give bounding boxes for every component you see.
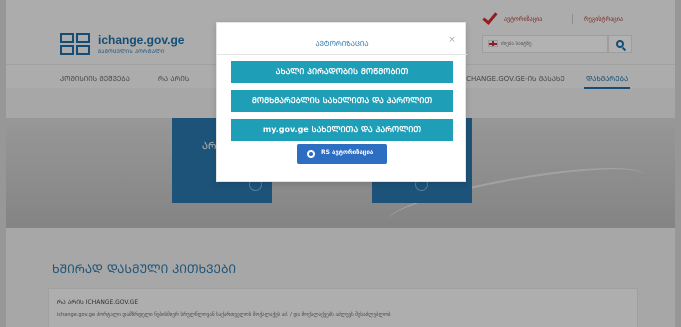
login-id-card-button[interactable]: ᲐᲮᲐᲚᲘ ᲞᲘᲠᲐᲓᲝᲑᲘᲡ ᲛᲝᲬᲛᲝᲑᲘᲗ: [231, 61, 453, 83]
rs-login-label: RS ავტორიზაცია: [321, 149, 374, 156]
login-mygov-button[interactable]: my.gov.ge ᲡᲐᲮᲔᲚᲘᲗᲐ ᲓᲐ ᲞᲐᲠᲝᲚᲘᲗ: [231, 119, 453, 141]
login-username-password-button[interactable]: ᲛᲝᲛᲮᲛᲐᲠᲔᲑᲚᲘᲡ ᲡᲐᲮᲔᲚᲘᲗᲐ ᲓᲐ ᲞᲐᲠᲝᲚᲘᲗ: [231, 90, 453, 112]
modal-divider: [217, 54, 467, 55]
modal-title: ᲐᲕᲢᲝᲠᲘᲖᲐᲪᲘᲐ: [315, 40, 369, 48]
rs-logo-icon: [307, 150, 315, 158]
login-modal: ᲐᲕᲢᲝᲠᲘᲖᲐᲪᲘᲐ × ᲐᲮᲐᲚᲘ ᲞᲘᲠᲐᲓᲝᲑᲘᲡ ᲛᲝᲬᲛᲝᲑᲘᲗ Მ…: [216, 22, 467, 182]
rs-login-button[interactable]: RS ავტორიზაცია: [297, 144, 387, 164]
close-icon[interactable]: ×: [447, 35, 457, 45]
